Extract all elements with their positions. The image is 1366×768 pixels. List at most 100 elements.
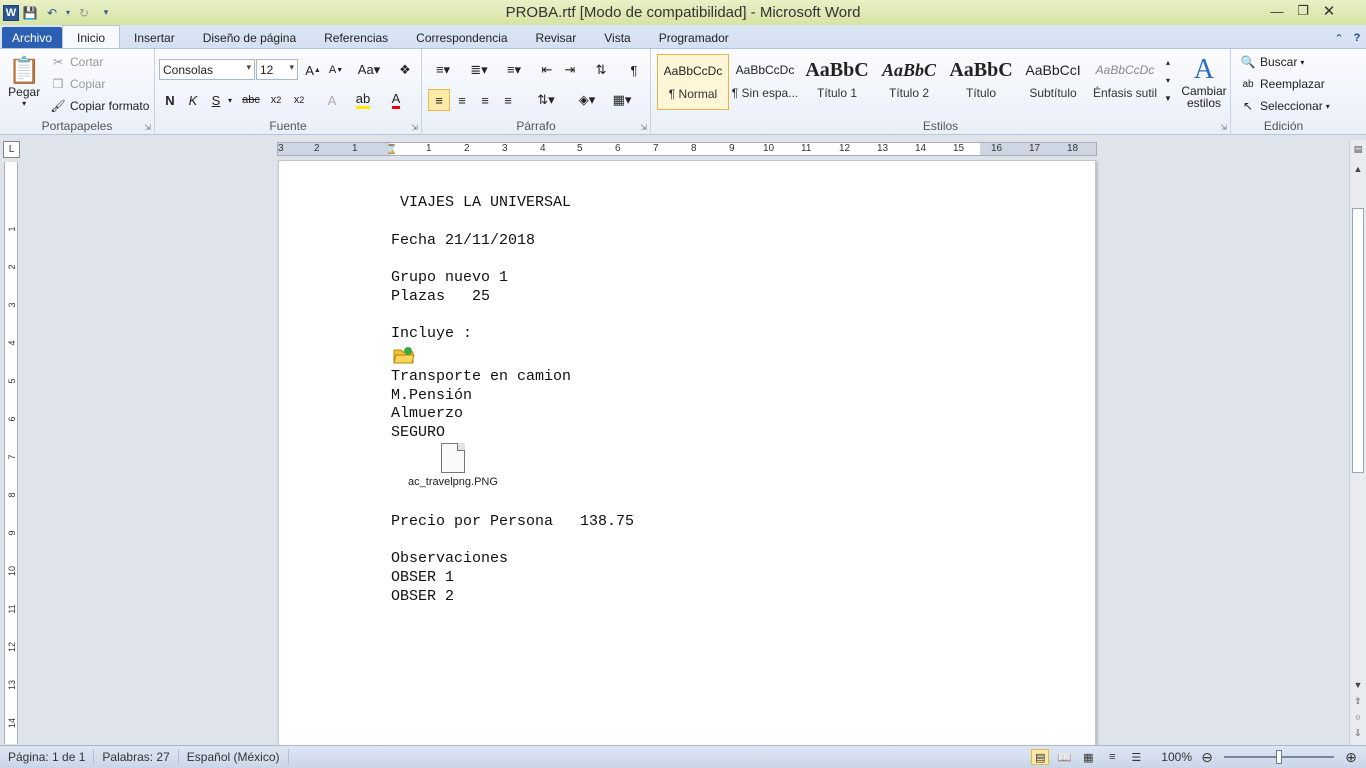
language-indicator[interactable]: Español (México) [179, 749, 289, 765]
style-normal[interactable]: AaBbCcDc ¶ Normal [657, 54, 729, 110]
increase-indent-icon[interactable]: ⇥ [559, 59, 581, 81]
document-area[interactable]: VIAJES LA UNIVERSAL Fecha 21/11/2018 Gru… [22, 160, 1348, 745]
help-icon[interactable]: ? [1348, 32, 1366, 44]
select-button[interactable]: ↖ Seleccionar ▾ [1240, 98, 1330, 114]
justify-icon[interactable]: ≡ [497, 89, 519, 111]
sort-icon[interactable]: ⇅ [590, 59, 612, 81]
dialog-launcher-icon[interactable]: ⇲ [1220, 123, 1227, 132]
tab-programador[interactable]: Programador [645, 27, 743, 49]
zoom-out-icon[interactable]: ⊖ [1198, 749, 1216, 765]
horizontal-ruler[interactable]: 3 2 1 1 2 3 4 5 6 7 8 9 10 11 12 13 14 1… [277, 142, 1097, 156]
strikethrough-icon[interactable]: abc [240, 89, 262, 111]
dialog-launcher-icon[interactable]: ⇲ [411, 123, 418, 132]
print-layout-icon[interactable]: ▤ [1031, 749, 1050, 765]
vertical-ruler[interactable]: 1 2 3 4 5 6 7 8 9 10 11 12 13 14 [4, 162, 18, 744]
style-no-spacing[interactable]: AaBbCcDc ¶ Sin espa... [729, 54, 801, 110]
minimize-ribbon-icon[interactable]: ⌃ [1330, 32, 1348, 45]
cut-button[interactable]: ✂ Cortar [50, 54, 103, 70]
format-painter-button[interactable]: 🖌 Copiar formato [50, 98, 149, 114]
dialog-launcher-icon[interactable]: ⇲ [640, 123, 647, 132]
replace-button[interactable]: ab Reemplazar [1240, 76, 1324, 92]
embedded-file[interactable]: ac_travelpng.PNG [403, 443, 503, 488]
text-effects-icon[interactable]: A [321, 89, 343, 111]
page-count[interactable]: Página: 1 de 1 [0, 749, 95, 765]
redo-icon[interactable]: ↻ [73, 2, 95, 24]
style-heading-2[interactable]: AaBbC Título 2 [873, 54, 945, 110]
tab-revisar[interactable]: Revisar [522, 27, 591, 49]
multilevel-list-icon[interactable]: ≡▾ [499, 59, 529, 81]
undo-dropdown-icon[interactable]: ▾ [63, 2, 73, 24]
zoom-in-icon[interactable]: ⊕ [1342, 749, 1360, 765]
doc-line[interactable]: Fecha 21/11/2018 [391, 232, 535, 249]
find-button[interactable]: 🔍 Buscar ▾ [1240, 54, 1305, 70]
font-size-combo[interactable]: 12 ▾ [256, 59, 298, 80]
restore-icon[interactable]: ❐ [1290, 0, 1316, 22]
more-styles-icon[interactable]: ▼ [1164, 90, 1172, 108]
doc-line[interactable]: M.Pensión [391, 387, 472, 404]
bullets-icon[interactable]: ≡▾ [428, 59, 458, 81]
tab-selector[interactable]: L [3, 141, 20, 158]
doc-line[interactable]: Precio por Persona 138.75 [391, 513, 634, 530]
dialog-launcher-icon[interactable]: ⇲ [144, 123, 151, 132]
doc-line[interactable]: Almuerzo [391, 405, 463, 422]
tab-referencias[interactable]: Referencias [310, 27, 402, 49]
borders-icon[interactable]: ▦▾ [607, 89, 637, 111]
copy-button[interactable]: ❐ Copiar [50, 76, 106, 92]
chevron-down-icon[interactable]: ▾ [1166, 72, 1170, 90]
folder-image-icon[interactable] [393, 345, 415, 365]
font-color-icon[interactable]: A [385, 89, 407, 111]
word-count[interactable]: Palabras: 27 [94, 749, 179, 765]
change-case-icon[interactable]: Aa▾ [355, 59, 383, 81]
italic-icon[interactable]: K [182, 89, 204, 111]
shrink-font-icon[interactable]: A ▼ [325, 59, 347, 81]
doc-line[interactable]: Observaciones [391, 550, 508, 567]
highlight-icon[interactable]: ab [352, 89, 374, 111]
change-styles-button[interactable]: A Cambiar estilos [1181, 55, 1227, 110]
indent-marker-icon[interactable]: ⌛ [386, 144, 397, 155]
style-subtle-emphasis[interactable]: AaBbCcDc Énfasis sutil [1089, 54, 1161, 110]
close-icon[interactable]: ✕ [1316, 0, 1342, 22]
style-subtitle[interactable]: AaBbCcI Subtítulo [1017, 54, 1089, 110]
scroll-up-icon[interactable]: ▲ [1352, 164, 1364, 174]
doc-line[interactable]: Incluye : [391, 325, 472, 342]
document-page[interactable]: VIAJES LA UNIVERSAL Fecha 21/11/2018 Gru… [278, 160, 1096, 745]
undo-icon[interactable]: ↶ [41, 2, 63, 24]
style-heading-1[interactable]: AaBbC Título 1 [801, 54, 873, 110]
numbering-icon[interactable]: ≣▾ [464, 59, 494, 81]
paste-button[interactable]: 📋 Pegar ▾ [8, 55, 40, 108]
next-page-icon[interactable]: ⇩ [1352, 728, 1364, 739]
tab-archivo[interactable]: Archivo [2, 27, 63, 49]
zoom-level[interactable]: 100% [1161, 750, 1192, 764]
zoom-slider[interactable] [1224, 750, 1334, 764]
superscript-icon[interactable]: x2 [288, 89, 310, 111]
previous-page-icon[interactable]: ⇧ [1352, 696, 1364, 707]
outline-icon[interactable]: ≡ [1103, 749, 1121, 765]
word-app-icon[interactable]: W [3, 4, 19, 21]
doc-line[interactable]: Plazas 25 [391, 288, 490, 305]
decrease-indent-icon[interactable]: ⇤ [536, 59, 558, 81]
align-center-icon[interactable]: ≡ [451, 89, 473, 111]
show-paragraph-marks-icon[interactable]: ¶ [623, 59, 645, 81]
doc-line[interactable]: VIAJES LA UNIVERSAL [391, 194, 571, 211]
doc-line[interactable]: SEGURO [391, 424, 445, 441]
scroll-thumb[interactable] [1352, 208, 1364, 473]
doc-line[interactable]: OBSER 2 [391, 588, 454, 605]
bold-icon[interactable]: N [159, 89, 181, 111]
save-icon[interactable]: 💾 [19, 2, 41, 24]
ruler-toggle-icon[interactable]: ▤ [1352, 144, 1364, 155]
customize-qat-icon[interactable]: ▾ [95, 2, 117, 24]
doc-line[interactable]: Grupo nuevo 1 [391, 269, 508, 286]
scroll-down-icon[interactable]: ▼ [1352, 680, 1364, 690]
tab-insertar[interactable]: Insertar [120, 27, 189, 49]
clear-formatting-icon[interactable]: ❖ [394, 59, 416, 81]
draft-icon[interactable]: ☰ [1127, 749, 1145, 765]
grow-font-icon[interactable]: A ▲ [302, 59, 324, 81]
chevron-down-icon[interactable]: ▾ [224, 89, 236, 111]
tab-diseno-pagina[interactable]: Diseño de página [189, 27, 310, 49]
vertical-scrollbar[interactable]: ▤ ▲ ▼ ⇧ ○ ⇩ [1349, 140, 1366, 745]
web-layout-icon[interactable]: ▦ [1079, 749, 1097, 765]
font-family-combo[interactable]: Consolas ▾ [159, 59, 255, 80]
shading-icon[interactable]: ◈▾ [572, 89, 602, 111]
subscript-icon[interactable]: x2 [265, 89, 287, 111]
browse-object-icon[interactable]: ○ [1352, 712, 1364, 722]
